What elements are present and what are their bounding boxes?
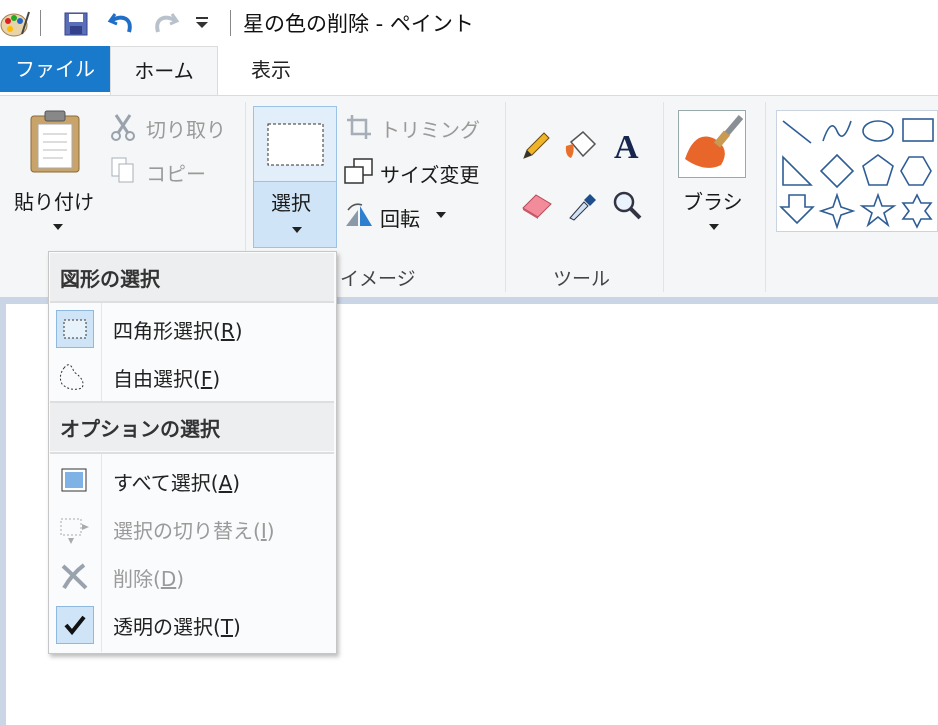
- pencil-icon[interactable]: [520, 130, 552, 162]
- right-triangle-shape-icon[interactable]: [782, 155, 813, 186]
- selection-options-header-text: オプションの選択: [60, 417, 220, 441]
- hexagon-shape-icon[interactable]: [900, 156, 932, 186]
- rotate-icon: [346, 203, 372, 226]
- tools-group-label: ツール: [553, 268, 611, 290]
- select-dropdown-icon: [292, 227, 302, 233]
- free-form-selection-item[interactable]: 自由選択(F): [50, 352, 334, 400]
- oval-shape-icon[interactable]: [862, 120, 894, 142]
- delete-selection-item[interactable]: 削除(D): [50, 552, 334, 600]
- resize-icon: [344, 158, 373, 184]
- scissors-icon: [111, 114, 135, 141]
- select-all-label: すべて選択(A): [113, 471, 241, 495]
- paste-button[interactable]: 貼り付け: [14, 186, 94, 215]
- fill-bucket-icon[interactable]: [563, 128, 599, 164]
- color-picker-icon[interactable]: [566, 188, 598, 222]
- crop-button[interactable]: トリミング: [380, 114, 480, 143]
- arrow-down-shape-icon[interactable]: [779, 194, 815, 225]
- transparent-selection-item[interactable]: 透明の選択(T): [50, 600, 334, 648]
- shape-selection-header-text: 図形の選択: [60, 267, 160, 291]
- rotate-button[interactable]: 回転: [380, 203, 420, 232]
- tab-file[interactable]: ファイル: [0, 46, 110, 92]
- rectangle-shape-icon[interactable]: [902, 118, 934, 142]
- select-button[interactable]: 選択: [253, 106, 337, 248]
- paste-icon[interactable]: [28, 110, 82, 174]
- text-icon[interactable]: A: [610, 128, 646, 164]
- image-group-label: イメージ: [340, 268, 416, 290]
- delete-selection-label: 削除(D): [113, 567, 185, 591]
- free-form-selection-icon: [56, 358, 94, 396]
- shape-selection-header: 図形の選択: [50, 253, 334, 301]
- paste-dropdown-icon[interactable]: [52, 223, 64, 231]
- select-rect-icon: [267, 123, 324, 166]
- selection-options-header: オプションの選択: [50, 403, 334, 451]
- rectangular-selection-icon: [56, 310, 94, 348]
- rectangular-selection-label: 四角形選択(R): [113, 319, 243, 343]
- cut-button[interactable]: 切り取り: [146, 114, 226, 143]
- select-all-item[interactable]: すべて選択(A): [50, 456, 334, 504]
- crop-icon: [347, 115, 371, 139]
- curve-shape-icon[interactable]: [822, 120, 852, 142]
- brushes-button[interactable]: ブラシ: [683, 186, 743, 215]
- brush-preview[interactable]: [678, 110, 746, 178]
- undo-icon[interactable]: [107, 8, 137, 38]
- invert-selection-item[interactable]: 選択の切り替え(I): [50, 504, 334, 552]
- copy-icon: [111, 157, 134, 183]
- five-point-star-shape-icon[interactable]: [859, 192, 897, 228]
- rectangular-selection-item[interactable]: 四角形選択(R): [50, 304, 334, 352]
- shapes-gallery: [776, 110, 938, 232]
- free-form-selection-label: 自由選択(F): [113, 367, 221, 391]
- delete-icon: [56, 558, 94, 596]
- canvas-left-edge: [0, 304, 6, 725]
- svg-text:A: A: [614, 129, 639, 164]
- save-icon[interactable]: [64, 12, 90, 36]
- window-title: 星の色の削除 - ペイント: [243, 12, 474, 36]
- redo-icon[interactable]: [150, 8, 180, 38]
- invert-selection-icon: [56, 510, 94, 548]
- six-point-star-shape-icon[interactable]: [901, 193, 933, 229]
- shapes-gallery-icons: [779, 118, 934, 230]
- paint-app-icon[interactable]: [0, 8, 30, 38]
- magnifier-icon[interactable]: [612, 190, 644, 222]
- pentagon-shape-icon[interactable]: [862, 154, 894, 186]
- copy-button[interactable]: コピー: [146, 158, 206, 187]
- invert-selection-label: 選択の切り替え(I): [113, 519, 275, 543]
- brush-icon: [685, 115, 743, 168]
- four-point-star-shape-icon[interactable]: [818, 192, 856, 230]
- brushes-dropdown-icon[interactable]: [708, 223, 720, 231]
- checkmark-icon: [56, 606, 94, 644]
- select-dropdown-menu: 図形の選択 四角形選択(R) 自由選択(F) オプションの選択 すべて選択(A)…: [48, 251, 337, 654]
- title-bar: 星の色の削除 - ペイント: [0, 0, 938, 46]
- tab-home[interactable]: ホーム: [110, 46, 218, 96]
- ribbon-tabs: ファイル ホーム 表示: [0, 46, 938, 96]
- select-all-icon: [56, 462, 94, 500]
- select-label: 選択: [271, 191, 311, 215]
- line-shape-icon[interactable]: [782, 120, 812, 144]
- diamond-shape-icon[interactable]: [819, 153, 855, 189]
- customize-dropdown-icon[interactable]: [194, 16, 210, 30]
- eraser-icon[interactable]: [520, 190, 554, 220]
- resize-button[interactable]: サイズ変更: [380, 159, 479, 188]
- tab-view[interactable]: 表示: [222, 46, 320, 96]
- transparent-selection-label: 透明の選択(T): [113, 615, 241, 639]
- rotate-dropdown-icon[interactable]: [435, 211, 447, 219]
